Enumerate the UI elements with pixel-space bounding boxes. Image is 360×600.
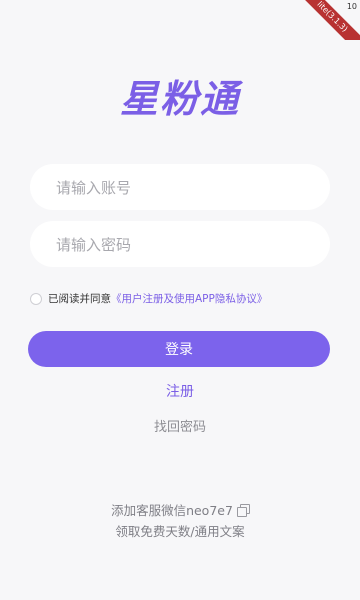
- wechat-text: 添加客服微信neo7e7: [111, 503, 233, 518]
- app-logo: 星粉通: [119, 76, 240, 121]
- register-link[interactable]: 注册: [0, 381, 360, 401]
- privacy-agreement-link[interactable]: 《用户注册及使用APP隐私协议》: [111, 291, 267, 306]
- agree-radio[interactable]: [30, 292, 42, 305]
- login-button[interactable]: 登录: [28, 331, 330, 367]
- promo-text: 领取免费天数/通用文案: [115, 524, 245, 539]
- account-input[interactable]: [54, 164, 334, 212]
- agreement-row: 已阅读并同意 《用户注册及使用APP隐私协议》: [30, 291, 340, 306]
- account-field-container: [30, 164, 334, 212]
- forgot-password-link[interactable]: 找回密码: [0, 416, 360, 435]
- agree-prefix: 已阅读并同意: [48, 293, 111, 305]
- battery-indicator: 10: [346, 2, 357, 11]
- password-field-container: [30, 221, 334, 269]
- wechat-contact: 添加客服微信neo7e7: [0, 500, 360, 519]
- copy-icon[interactable]: [236, 503, 250, 517]
- password-input[interactable]: [54, 221, 334, 269]
